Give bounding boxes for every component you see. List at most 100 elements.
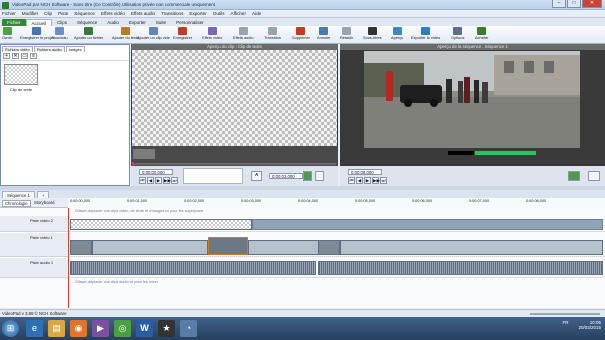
tab-storyboard[interactable]: Storyboard	[34, 200, 54, 205]
menu-modifier[interactable]: Modifier	[22, 11, 38, 16]
video-2-empty-region	[252, 219, 603, 230]
tab-video-files[interactable]: Fichiers vidéo	[2, 46, 33, 52]
remove-icon[interactable]: ✕	[12, 53, 19, 59]
video-clip-2[interactable]	[208, 237, 248, 255]
tab-sequence[interactable]: Séquence	[72, 19, 102, 26]
ribbon-preview-button[interactable]: Aperçu	[391, 27, 403, 43]
word-icon[interactable]: W	[136, 320, 153, 337]
menu-aide[interactable]: Aide	[252, 11, 261, 16]
menu-exporter[interactable]: Exporter	[189, 11, 206, 16]
text-clip-on-track[interactable]	[70, 219, 252, 230]
menu-effets-video[interactable]: Effets vidéo	[101, 11, 125, 16]
ribbon-new-button[interactable]: Nouveau	[52, 27, 68, 43]
zoom-slider[interactable]	[530, 313, 600, 315]
seq-play-icon[interactable]: ▶	[364, 177, 371, 184]
tab-clips[interactable]: Clips	[52, 19, 72, 26]
ribbon-redo-button[interactable]: Rétablir	[340, 27, 353, 43]
rewind-icon[interactable]: ◀	[147, 177, 154, 184]
audio-clip-1[interactable]	[70, 261, 316, 275]
folder-icon[interactable]: ▭	[21, 53, 28, 59]
firefox-icon[interactable]: ◉	[70, 320, 87, 337]
text-clip-editor[interactable]	[183, 168, 243, 184]
text-format-icon[interactable]: A	[251, 171, 262, 181]
menu-clip[interactable]: Clip	[44, 11, 52, 16]
forward-icon[interactable]: ▶▶	[163, 177, 171, 184]
seq-rewind-icon[interactable]: ◀	[356, 177, 363, 184]
seq-prev-frame-icon[interactable]: ⏮	[348, 177, 355, 184]
add-icon[interactable]: +	[3, 53, 10, 59]
track-lane-video-2[interactable]	[68, 216, 605, 232]
menu-sequence[interactable]: Séquence	[74, 11, 95, 16]
video-clip-3-body[interactable]	[340, 240, 603, 255]
chrome-icon[interactable]: ◎	[114, 320, 131, 337]
sequence-scrubber[interactable]	[340, 148, 605, 166]
prev-frame-icon[interactable]: ⏮	[139, 177, 146, 184]
track-lane-audio-1[interactable]	[68, 258, 605, 278]
menu-effets-audio[interactable]: Effets audio	[131, 11, 155, 16]
ribbon-open-button[interactable]: Ouvrir	[2, 27, 13, 43]
menu-outils[interactable]: Outils	[213, 11, 225, 16]
seq-forward-icon[interactable]: ▶▶	[372, 177, 380, 184]
add-to-sequence-icon[interactable]	[303, 171, 312, 181]
tab-fichier[interactable]: Fichier	[2, 19, 26, 26]
start-orb-icon[interactable]: ⊞	[2, 320, 19, 337]
video-clip-1[interactable]	[70, 240, 92, 255]
language-indicator[interactable]: FR	[562, 320, 568, 325]
ribbon-add-blank-clip-button[interactable]: Ajouter un clip vide	[137, 27, 170, 43]
videopad-icon[interactable]: ★	[158, 320, 175, 337]
menu-transitions[interactable]: Transitions	[161, 11, 183, 16]
menu-afficher[interactable]: Afficher	[231, 11, 247, 16]
ribbon-add-file-button[interactable]: Ajouter un fichier	[74, 27, 103, 43]
clip-scrub-track[interactable]	[132, 163, 336, 165]
ribbon-options-button[interactable]: Options	[451, 27, 464, 43]
tab-sequence-1[interactable]: Séquence 1	[2, 191, 35, 198]
ie-icon[interactable]: e	[26, 320, 43, 337]
ribbon-undo-button[interactable]: Annuler	[317, 27, 330, 43]
maximize-button[interactable]: □	[567, 0, 581, 8]
video-clip-3[interactable]	[318, 240, 340, 255]
menu-fichier[interactable]: Fichier	[2, 11, 16, 16]
ribbon-buy-button[interactable]: Acheter	[475, 27, 488, 43]
timeline-ruler[interactable]: 0:00:00,000 0:00:01,000 0:00:02,000 0:00:03…	[68, 198, 605, 208]
media-icon[interactable]: ▶	[92, 320, 109, 337]
tab-exporter[interactable]: Exporter	[124, 19, 151, 26]
ribbon-save-project-button[interactable]: Enregistrer le projet	[20, 27, 54, 43]
list-view-icon[interactable]: ≡	[30, 53, 37, 59]
video-effects-icon	[207, 27, 217, 35]
track-lane-video-1[interactable]	[68, 233, 605, 257]
next-frame-icon[interactable]: ⏭	[171, 177, 178, 184]
sequence-preview-header: Aperçu de la séquence : Séquence 1	[340, 44, 605, 50]
seq-next-frame-icon[interactable]: ⏭	[380, 177, 387, 184]
clip-scrubber[interactable]	[131, 146, 338, 166]
ribbon-record-button[interactable]: Enregistrer	[173, 27, 192, 43]
tab-personnaliser[interactable]: Personnaliser	[171, 19, 209, 26]
text-clip-thumbnail[interactable]	[4, 64, 38, 85]
clock-date[interactable]: 20/03/2015	[578, 325, 601, 330]
ribbon-transition-button[interactable]: Transition	[264, 27, 281, 43]
ribbon-export-video-button[interactable]: Exporter la vidéo	[411, 27, 440, 43]
tab-audio[interactable]: Audio	[102, 19, 124, 26]
tab-accueil[interactable]: Accueil	[25, 19, 53, 26]
tab-suite[interactable]: Suite	[151, 19, 171, 26]
tab-chronologie[interactable]: Chronologie	[2, 200, 31, 207]
ribbon-delete-button[interactable]: Supprimer	[292, 27, 310, 43]
snapshot-icon[interactable]	[315, 171, 324, 181]
tab-images[interactable]: Images	[65, 46, 85, 52]
tab-audio-files[interactable]: Fichiers audio	[33, 46, 65, 52]
ribbon-subtitles-button[interactable]: Sous-titres	[363, 27, 382, 43]
add-sequence-icon[interactable]: +	[36, 191, 50, 198]
audio-clip-2[interactable]	[318, 261, 603, 275]
ribbon-audio-effects-button[interactable]: Effets audio	[233, 27, 253, 43]
ribbon-add-text-button[interactable]: Ajouter du texte	[112, 27, 139, 43]
video-clip-1-body[interactable]	[92, 240, 208, 255]
play-icon[interactable]: ▶	[155, 177, 162, 184]
app-icon[interactable]: ◔	[180, 320, 197, 337]
ribbon-video-effects-button[interactable]: Effets vidéo	[202, 27, 222, 43]
seq-view-mode-icon[interactable]	[568, 171, 580, 181]
seq-snapshot-icon[interactable]	[588, 171, 600, 181]
explorer-icon[interactable]: ▤	[48, 320, 65, 337]
close-button[interactable]: ✕	[582, 0, 602, 8]
timeline-playhead[interactable]	[68, 208, 69, 308]
minimize-button[interactable]: –	[552, 0, 566, 8]
menu-piste[interactable]: Piste	[58, 11, 68, 16]
